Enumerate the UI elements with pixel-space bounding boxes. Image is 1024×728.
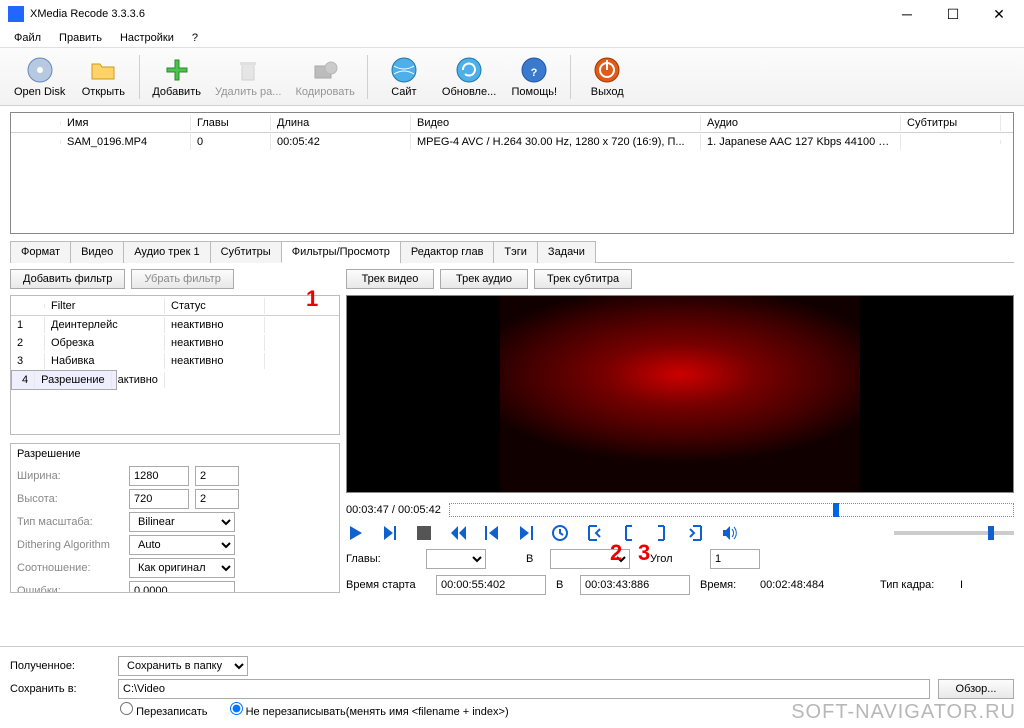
file-row[interactable]: SAM_0196.MP4 0 00:05:42 MPEG-4 AVC / H.2… (11, 133, 1013, 151)
audio-track-button[interactable]: Трек аудио (440, 269, 528, 289)
minimize-button[interactable]: ─ (884, 0, 930, 28)
annotation-2: 2 (610, 540, 622, 566)
menu-edit[interactable]: Править (51, 30, 110, 46)
stop-icon[interactable] (414, 523, 434, 543)
dither-select[interactable]: Auto (129, 535, 235, 555)
sub-track-button[interactable]: Трек субтитра (534, 269, 632, 289)
tab-filters[interactable]: Фильтры/Просмотр (281, 241, 401, 263)
time-display: 00:03:47 / 00:05:42 (346, 504, 441, 516)
exit-button[interactable]: Выход (577, 52, 637, 102)
filter-grid[interactable]: Filter Статус 1Деинтерлейснеактивно 2Обр… (10, 295, 340, 435)
add-filter-button[interactable]: Добавить фильтр (10, 269, 125, 289)
delete-button[interactable]: Удалить ра... (209, 52, 287, 102)
seekbar[interactable] (449, 503, 1014, 517)
toolbar: Open Disk Открыть Добавить Удалить ра...… (0, 48, 1024, 106)
chapter-select[interactable] (426, 549, 486, 569)
plus-icon (163, 56, 191, 84)
no-overwrite-radio[interactable]: Не перезаписывать(менять имя <filename +… (230, 702, 509, 718)
next-icon[interactable] (380, 523, 400, 543)
filter-row[interactable]: 2Обрезканеактивно (11, 334, 339, 352)
browse-button[interactable]: Обзор... (938, 679, 1014, 699)
video-track-button[interactable]: Трек видео (346, 269, 434, 289)
preview-pane (346, 295, 1014, 493)
scale-select[interactable]: Bilinear (129, 512, 235, 532)
globe-icon (390, 56, 418, 84)
menu-help[interactable]: ? (184, 30, 206, 46)
site-button[interactable]: Сайт (374, 52, 434, 102)
volume-icon[interactable] (720, 523, 740, 543)
grid-header: Имя Главы Длина Видео Аудио Субтитры (11, 113, 1013, 133)
svg-text:?: ? (531, 67, 538, 79)
seek-handle[interactable] (833, 503, 839, 517)
menubar: Файл Править Настройки ? (0, 28, 1024, 48)
height-div-input[interactable] (195, 489, 239, 509)
add-button[interactable]: Добавить (146, 52, 207, 102)
width-div-input[interactable] (195, 466, 239, 486)
tab-jobs[interactable]: Задачи (537, 241, 596, 263)
tab-video[interactable]: Видео (70, 241, 124, 263)
mark-out-icon[interactable] (686, 523, 706, 543)
file-grid[interactable]: Имя Главы Длина Видео Аудио Субтитры SAM… (10, 112, 1014, 234)
tabs: Формат Видео Аудио трек 1 Субтитры Фильт… (10, 240, 1014, 263)
filter-row[interactable]: 1Деинтерлейснеактивно (11, 316, 339, 334)
rewind-icon[interactable] (448, 523, 468, 543)
error-input[interactable] (129, 581, 235, 593)
titlebar: XMedia Recode 3.3.3.6 ─ ☐ ✕ (0, 0, 1024, 28)
annotation-3: 3 (638, 540, 650, 566)
remove-filter-button[interactable]: Убрать фильтр (131, 269, 234, 289)
open-button[interactable]: Открыть (73, 52, 133, 102)
volume-slider[interactable] (894, 531, 1014, 535)
tab-format[interactable]: Формат (10, 241, 71, 263)
duration-value: 00:02:48:484 (760, 579, 870, 591)
tab-audio[interactable]: Аудио трек 1 (123, 241, 210, 263)
menu-settings[interactable]: Настройки (112, 30, 182, 46)
tab-chapters[interactable]: Редактор глав (400, 241, 495, 263)
filter-row[interactable]: 3Набивканеактивно (11, 352, 339, 370)
preview-image (500, 296, 860, 492)
refresh-icon (455, 56, 483, 84)
overwrite-radio[interactable]: Перезаписать (120, 702, 208, 718)
annotation-1: 1 (306, 286, 318, 312)
help-button[interactable]: ? Помощь! (504, 52, 564, 102)
clock-icon[interactable] (550, 523, 570, 543)
mark-in-icon[interactable] (584, 523, 604, 543)
resolution-title: Разрешение (17, 448, 333, 460)
step-back-icon[interactable] (482, 523, 502, 543)
bracket-right-icon[interactable] (652, 523, 672, 543)
save-path-input[interactable] (118, 679, 930, 699)
end-time-input[interactable] (580, 575, 690, 595)
camera-icon (311, 56, 339, 84)
app-icon (8, 6, 24, 22)
watermark: SOFT-NAVIGATOR.RU (791, 701, 1016, 724)
aspect-select[interactable]: Как оригинал (129, 558, 235, 578)
tab-subs[interactable]: Субтитры (210, 241, 282, 263)
maximize-button[interactable]: ☐ (930, 0, 976, 28)
folder-open-icon (89, 56, 117, 84)
height-input[interactable] (129, 489, 189, 509)
close-button[interactable]: ✕ (976, 0, 1022, 28)
help-icon: ? (520, 56, 548, 84)
update-button[interactable]: Обновле... (436, 52, 502, 102)
output-mode-select[interactable]: Сохранить в папку (118, 656, 248, 676)
trash-icon (234, 56, 262, 84)
play-icon[interactable] (346, 523, 366, 543)
filter-row[interactable]: 4Разрешениеактивно (11, 370, 117, 390)
power-icon (593, 56, 621, 84)
frame-type-value: I (960, 579, 990, 591)
open-disk-button[interactable]: Open Disk (8, 52, 71, 102)
tab-tags[interactable]: Тэги (493, 241, 538, 263)
window-title: XMedia Recode 3.3.3.6 (30, 8, 884, 20)
encode-button[interactable]: Кодировать (289, 52, 360, 102)
disk-icon (26, 56, 54, 84)
menu-file[interactable]: Файл (6, 30, 49, 46)
angle-input[interactable] (710, 549, 760, 569)
start-time-input[interactable] (436, 575, 546, 595)
player-controls (346, 523, 1014, 543)
width-input[interactable] (129, 466, 189, 486)
step-fwd-icon[interactable] (516, 523, 536, 543)
resolution-panel: Разрешение Ширина: Высота: Тип масштаба:… (10, 443, 340, 593)
